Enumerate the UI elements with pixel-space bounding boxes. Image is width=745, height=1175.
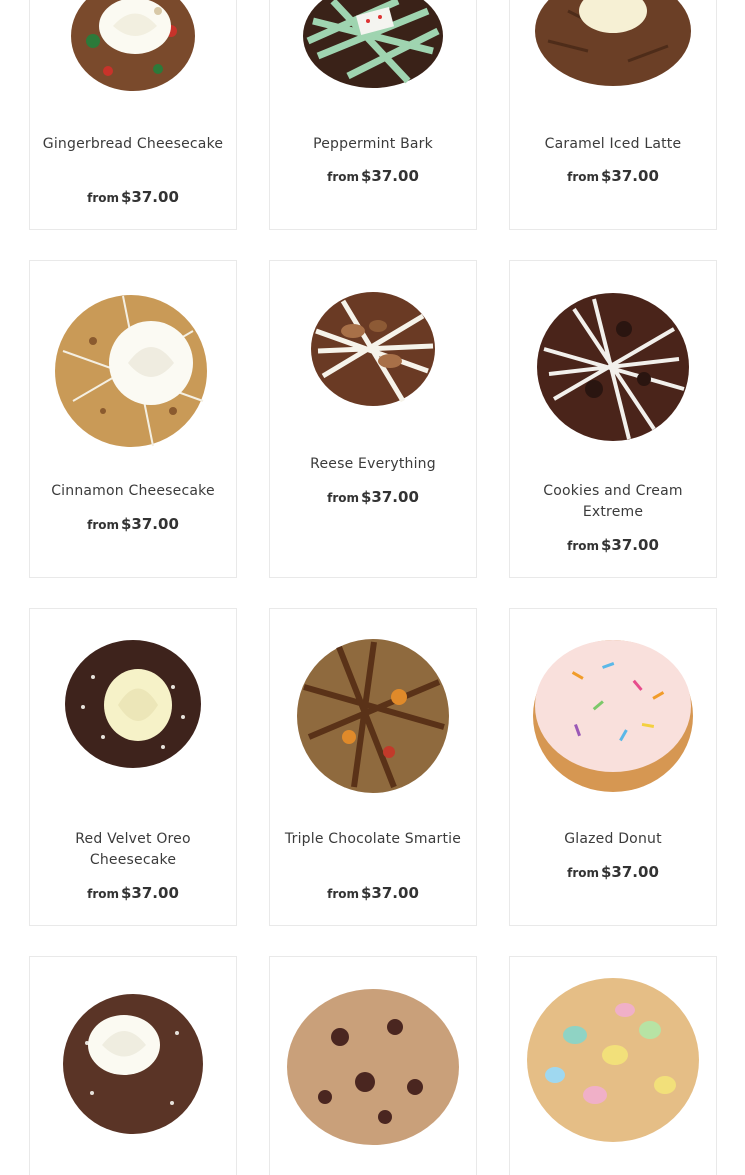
- product-price: from $37.00: [567, 536, 659, 554]
- product-card[interactable]: Cookies and Cream Extreme from $37.00: [509, 260, 717, 578]
- product-card[interactable]: [29, 956, 237, 1175]
- product-card[interactable]: [509, 956, 717, 1175]
- product-card[interactable]: [269, 956, 477, 1175]
- product-image[interactable]: [510, 634, 716, 794]
- product-image[interactable]: [30, 637, 236, 772]
- product-image[interactable]: [510, 975, 716, 1145]
- product-card[interactable]: Peppermint Bark from $37.00: [269, 0, 477, 230]
- product-title[interactable]: Triple Chocolate Smartie: [278, 829, 468, 850]
- product-card[interactable]: Gingerbread Cheesecake from $37.00: [29, 0, 237, 230]
- product-price: from $37.00: [567, 863, 659, 881]
- product-price: from $37.00: [87, 884, 179, 902]
- product-image[interactable]: [270, 637, 476, 795]
- product-image[interactable]: [270, 291, 476, 409]
- product-title[interactable]: Cookies and Cream Extreme: [518, 481, 708, 523]
- product-title[interactable]: Cinnamon Cheesecake: [38, 481, 228, 502]
- product-price: from $37.00: [87, 188, 179, 206]
- product-price: from $37.00: [87, 515, 179, 533]
- product-card[interactable]: Caramel Iced Latte from $37.00: [509, 0, 717, 230]
- product-card[interactable]: Triple Chocolate Smartie from $37.00: [269, 608, 477, 926]
- product-title[interactable]: Glazed Donut: [518, 829, 708, 850]
- product-card[interactable]: Reese Everything from $37.00: [269, 260, 477, 578]
- product-title[interactable]: Reese Everything: [278, 454, 468, 475]
- product-card[interactable]: Cinnamon Cheesecake from $37.00: [29, 260, 237, 578]
- product-title[interactable]: Caramel Iced Latte: [518, 134, 708, 155]
- product-card[interactable]: Red Velvet Oreo Cheesecake from $37.00: [29, 608, 237, 926]
- product-image[interactable]: [270, 0, 476, 93]
- product-image[interactable]: [30, 291, 236, 451]
- product-image[interactable]: [510, 289, 716, 444]
- product-image[interactable]: [30, 0, 236, 96]
- product-price: from $37.00: [327, 167, 419, 185]
- product-price: from $37.00: [567, 167, 659, 185]
- product-title[interactable]: Red Velvet Oreo Cheesecake: [38, 829, 228, 871]
- product-image[interactable]: [30, 993, 236, 1135]
- product-image[interactable]: [510, 0, 716, 91]
- product-title[interactable]: Gingerbread Cheesecake: [38, 134, 228, 155]
- product-card[interactable]: Glazed Donut from $37.00: [509, 608, 717, 926]
- product-price: from $37.00: [327, 884, 419, 902]
- product-title[interactable]: Peppermint Bark: [278, 134, 468, 155]
- product-price: from $37.00: [327, 488, 419, 506]
- product-image[interactable]: [270, 987, 476, 1147]
